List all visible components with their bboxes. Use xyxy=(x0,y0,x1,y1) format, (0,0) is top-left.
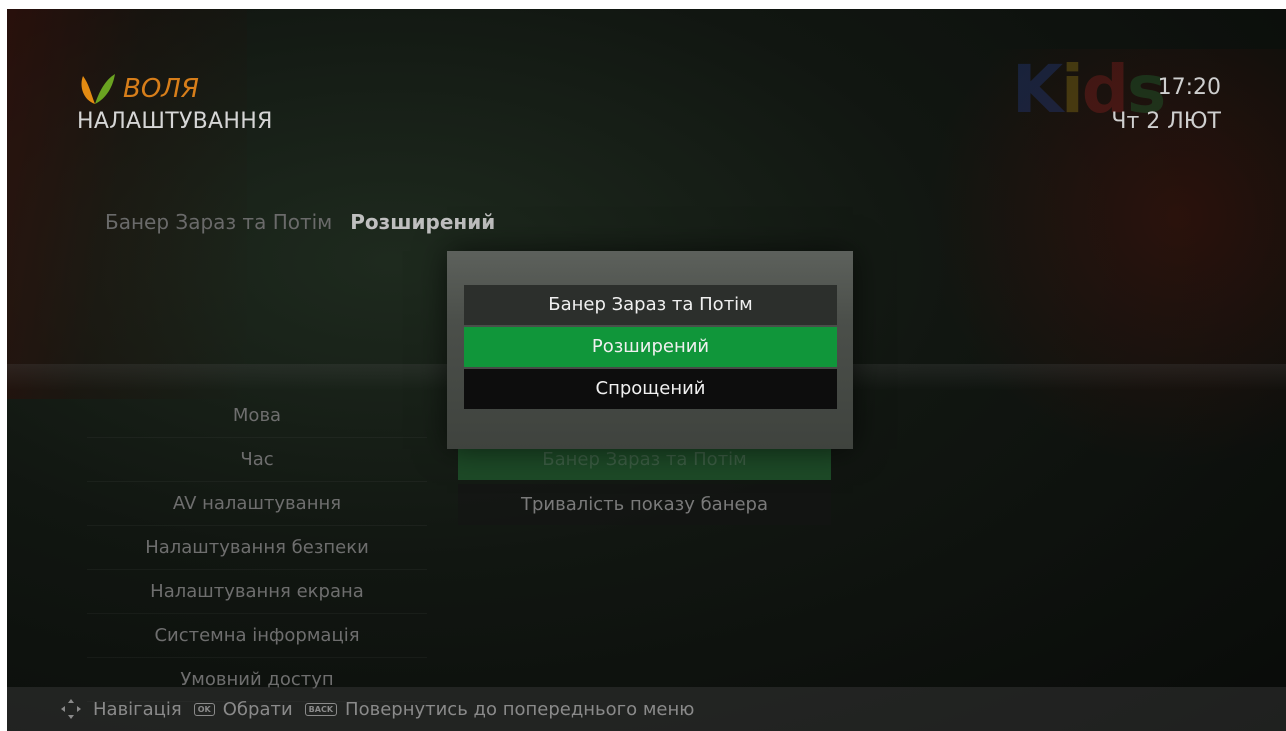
hint-navigate: Навігація xyxy=(93,698,182,720)
brand-name: ВОЛЯ xyxy=(123,74,199,104)
side-menu-item-time[interactable]: Час xyxy=(87,438,427,482)
settings-sub-menu: Банер Зараз та Потім Тривалість показу б… xyxy=(458,439,831,529)
popup-option-list: Банер Зараз та Потім Розширений Спрощени… xyxy=(464,285,837,411)
footer-hint-bar: Навігація OK Обрати BACK Повернутись до … xyxy=(7,687,1286,731)
back-key-icon: BACK xyxy=(304,702,338,716)
side-menu-item-system-info[interactable]: Системна інформація xyxy=(87,614,427,658)
side-menu-item-screen[interactable]: Налаштування екрана xyxy=(87,570,427,614)
option-popup: Банер Зараз та Потім Розширений Спрощени… xyxy=(447,251,853,449)
popup-title: Банер Зараз та Потім xyxy=(464,285,837,325)
side-menu-item-language[interactable]: Мова xyxy=(87,394,427,438)
tv-screen: Kids ВОЛЯ НАЛАШТУВАННЯ 17:20 Чт 2 ЛЮТ Ба… xyxy=(7,9,1286,731)
clock: 17:20 xyxy=(1157,75,1221,100)
side-menu-item-av-settings[interactable]: AV налаштування xyxy=(87,482,427,526)
hint-back: Повернутись до попереднього меню xyxy=(345,698,695,720)
current-setting-value: Розширений xyxy=(350,210,496,234)
hint-select: Обрати xyxy=(222,698,293,720)
current-setting-name: Банер Зараз та Потім xyxy=(105,210,333,234)
page-title: НАЛАШТУВАННЯ xyxy=(77,109,273,134)
side-menu-item-security[interactable]: Налаштування безпеки xyxy=(87,526,427,570)
brand-logo: ВОЛЯ xyxy=(77,69,199,109)
ok-key-icon: OK xyxy=(193,702,215,716)
settings-side-menu: Мова Час AV налаштування Налаштування бе… xyxy=(87,394,427,702)
date: Чт 2 ЛЮТ xyxy=(1111,109,1221,134)
current-setting: Банер Зараз та Потім Розширений xyxy=(105,210,495,234)
background-art-left xyxy=(7,9,247,399)
popup-option-simplified[interactable]: Спрощений xyxy=(464,369,837,409)
voliya-leaf-icon xyxy=(81,74,115,104)
sub-menu-item-banner-duration[interactable]: Тривалість показу банера xyxy=(458,484,831,525)
popup-option-extended[interactable]: Розширений xyxy=(464,327,837,367)
dpad-navigation-icon xyxy=(61,699,81,719)
